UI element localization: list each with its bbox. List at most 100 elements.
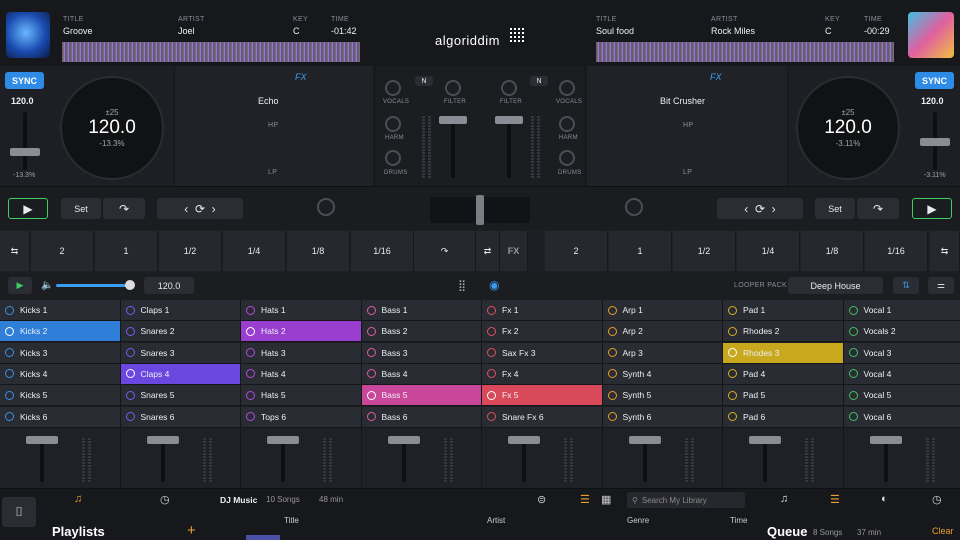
library-song-count[interactable]: 10 Songs (266, 495, 300, 504)
right-channel-fader[interactable] (495, 116, 523, 124)
loop-cell[interactable]: Kicks 5 (0, 385, 121, 407)
fx-toggle-icon[interactable]: FX (500, 231, 528, 271)
queue-music-icon[interactable]: ♫ (780, 493, 788, 505)
loop-cell[interactable]: Synth 4 (602, 363, 723, 385)
loop-cell[interactable]: Pad 4 (723, 363, 844, 385)
left-vocals-knob[interactable] (385, 80, 401, 96)
left-n-button[interactable]: N (415, 76, 433, 86)
right-key[interactable]: C (825, 26, 832, 36)
queue-toggle-icon[interactable]: ◐ (881, 493, 888, 505)
loop-cell[interactable]: Bass 2 (361, 321, 482, 343)
right-play-button[interactable]: ▶ (912, 198, 952, 219)
left-platter[interactable]: ±25 120.0 -13.3% (60, 76, 164, 180)
loop-cell[interactable]: Snares 5 (120, 385, 241, 407)
music-note-icon[interactable]: ♫ (74, 493, 82, 505)
loop-cell[interactable]: Kicks 1 (0, 300, 121, 321)
strip-fader-handle[interactable] (508, 436, 540, 444)
loop-cell[interactable]: Arp 3 (602, 342, 723, 364)
right-cover-art[interactable] (908, 12, 954, 58)
loop-cell[interactable]: Snares 6 (120, 406, 241, 428)
left-play-button[interactable]: ▶ (8, 198, 48, 219)
center-right-knob[interactable] (625, 198, 643, 216)
right-loop-button[interactable]: ‹ ⟳ › (717, 198, 803, 219)
loop-cell[interactable]: Pad 6 (723, 406, 844, 428)
loop-cell[interactable]: Vocal 1 (843, 300, 960, 321)
loop-cell[interactable]: Hats 4 (241, 363, 362, 385)
loop-cell[interactable]: Sax Fx 3 (482, 342, 603, 364)
loop-cell[interactable]: Bass 1 (361, 300, 482, 321)
right-filter-knob[interactable] (501, 80, 517, 96)
loop-cell[interactable]: Fx 5 (482, 385, 603, 407)
left-set-cue-button[interactable]: Set (61, 198, 101, 219)
looper-play-button[interactable]: ▶ (8, 277, 32, 294)
right-drums-knob[interactable] (559, 150, 575, 166)
right-waveform[interactable] (596, 42, 894, 62)
right-fx-label[interactable]: FX (710, 72, 722, 82)
record-icon[interactable]: ◉ (489, 278, 499, 292)
loop-cell[interactable]: Tops 6 (241, 406, 362, 428)
looper-bpm[interactable]: 120.0 (144, 277, 194, 294)
loop-cell[interactable]: Synth 6 (602, 406, 723, 428)
grid-icon[interactable]: ⣿ (458, 279, 466, 292)
library-source[interactable]: DJ Music (220, 495, 257, 505)
right-harm-knob[interactable] (559, 116, 575, 132)
history-icon[interactable]: ◷ (160, 493, 170, 506)
left-sync-button[interactable]: SYNC (5, 72, 44, 89)
loops_right-loop-4[interactable]: 1/8 (801, 231, 864, 271)
left-cue-jump-button[interactable]: ↷ (103, 198, 145, 219)
loop-cell[interactable]: Arp 1 (602, 300, 723, 321)
loop-cell[interactable]: Bass 3 (361, 342, 482, 364)
loop-cell[interactable]: Pad 1 (723, 300, 844, 321)
loop-cell[interactable]: Kicks 6 (0, 406, 121, 428)
loop-cell[interactable]: Rhodes 3 (723, 342, 844, 364)
add-playlist-button[interactable]: + (187, 522, 196, 539)
looper-pack-select[interactable]: Deep House (788, 277, 883, 294)
loop-cell[interactable]: Hats 2 (241, 321, 362, 343)
looper-volume-knob[interactable] (125, 280, 135, 290)
loop-cell[interactable]: Hats 3 (241, 342, 362, 364)
right-bpm[interactable]: 120.0 (921, 96, 944, 106)
queue-history-icon[interactable]: ◷ (932, 493, 942, 506)
strip-fader-handle[interactable] (387, 436, 420, 444)
loops_right-loop-2[interactable]: 1/2 (673, 231, 736, 271)
right-cue-jump-button[interactable]: ↷ (857, 198, 899, 219)
queue-list-icon[interactable]: ☰ (830, 493, 840, 506)
loop-cell[interactable]: Hats 1 (241, 300, 362, 321)
loops_left-loop-1[interactable]: 1 (95, 231, 158, 271)
right-vocals-knob[interactable] (559, 80, 575, 96)
loop-cell[interactable]: Snares 3 (120, 342, 241, 364)
queue-clear-button[interactable]: Clear (932, 526, 954, 536)
loop-cell[interactable]: Claps 4 (120, 363, 241, 385)
loops_left-loop-3[interactable]: 1/4 (223, 231, 286, 271)
left-loop-menu-icon[interactable]: ⇆ (0, 231, 30, 271)
filter-icon[interactable]: ⊜ (537, 493, 546, 506)
loop-cell[interactable]: Vocal 5 (843, 385, 960, 407)
left-loop-button[interactable]: ‹ ⟳ › (157, 198, 243, 219)
search-input[interactable]: ⚲ Search My Library (627, 492, 745, 508)
loop-cell[interactable]: Bass 5 (361, 385, 482, 407)
loop-cell[interactable]: Fx 1 (482, 300, 603, 321)
loop-cell[interactable]: Hats 5 (241, 385, 362, 407)
loops_right-loop-0[interactable]: 2 (545, 231, 608, 271)
loops_right-loop-3[interactable]: 1/4 (737, 231, 800, 271)
looper-settings-button[interactable]: ⚌ (928, 277, 954, 294)
loop-cell[interactable]: Claps 1 (120, 300, 241, 321)
loop-cell[interactable]: Bass 6 (361, 406, 482, 428)
loop-cell[interactable]: Vocal 4 (843, 363, 960, 385)
grid-view-icon[interactable]: ▦ (601, 493, 611, 506)
loops_right-loop-5[interactable]: 1/16 (865, 231, 928, 271)
loop-cell[interactable]: Kicks 3 (0, 342, 121, 364)
loop-jump-icon[interactable]: ↷ (414, 231, 476, 271)
loops_left-loop-5[interactable]: 1/16 (351, 231, 414, 271)
right-pitch-handle[interactable] (920, 138, 950, 146)
loop-cell[interactable]: Vocal 3 (843, 342, 960, 364)
loop-cell[interactable]: Kicks 2 (0, 321, 121, 343)
left-harm-knob[interactable] (385, 116, 401, 132)
strip-fader-handle[interactable] (749, 436, 781, 444)
loop-cell[interactable]: Fx 4 (482, 363, 603, 385)
looper-sort-button[interactable]: ⇅ (893, 277, 919, 294)
left-key[interactable]: C (293, 26, 300, 36)
loop-cell[interactable]: Synth 5 (602, 385, 723, 407)
left-channel-fader[interactable] (439, 116, 467, 124)
loop-sync-icon[interactable]: ⇄ (476, 231, 500, 271)
